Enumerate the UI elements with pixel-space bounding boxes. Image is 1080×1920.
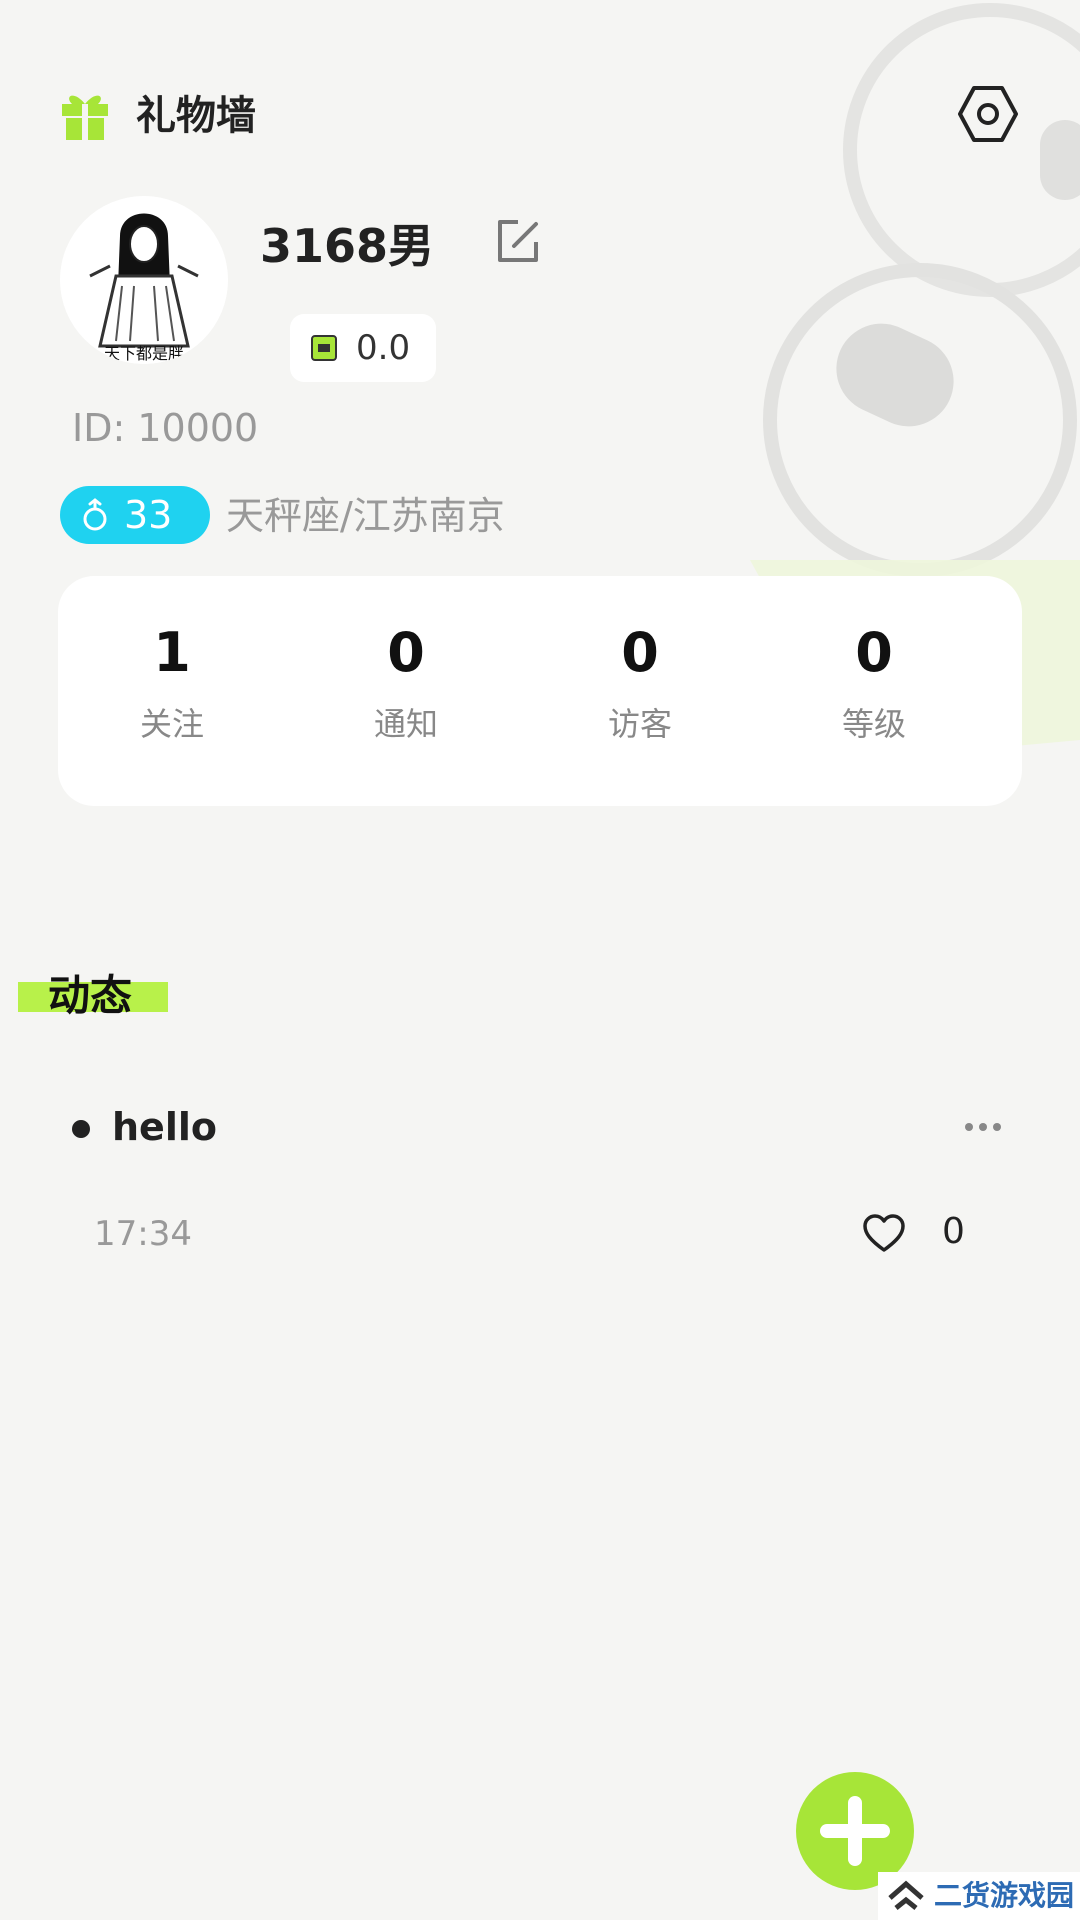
section-title-text: 动态: [48, 971, 133, 1020]
post-text: hello: [112, 1105, 217, 1149]
stat-label: 通知: [373, 705, 438, 743]
post-time: 17:34: [94, 1214, 192, 1254]
gift-icon[interactable]: [60, 88, 110, 140]
avatar-caption: 天下都是胖: [104, 344, 184, 363]
balance-value: 0.0: [356, 328, 411, 368]
stat-notifications[interactable]: 0 通知: [306, 576, 506, 806]
constellation-location: 天秤座/江苏南京: [226, 494, 505, 538]
male-icon: [83, 498, 107, 531]
bullet-icon: [72, 1120, 90, 1138]
more-options-icon[interactable]: [960, 1114, 1006, 1140]
avatar-illustration: 天下都是胖: [60, 196, 228, 364]
watermark-logo-icon: [888, 1880, 924, 1910]
feed-section-title: 动态: [18, 970, 168, 1028]
stat-level[interactable]: 0 等级: [774, 576, 974, 806]
age-badge: 33: [60, 486, 210, 544]
watermark-text: 二货游戏园: [934, 1879, 1075, 1912]
stat-value: 0: [387, 621, 425, 684]
stat-visitors[interactable]: 0 访客: [540, 576, 740, 806]
stat-value: 1: [153, 621, 191, 684]
gift-wall-label[interactable]: 礼物墙: [136, 90, 256, 142]
user-id: ID: 10000: [72, 406, 259, 450]
edit-icon[interactable]: [494, 218, 542, 266]
username: 3168男: [260, 219, 435, 273]
feed-post[interactable]: hello 17:34 0: [60, 1094, 1020, 1274]
settings-hex-icon[interactable]: [956, 82, 1020, 146]
like-count: 0: [942, 1211, 965, 1252]
stat-value: 0: [621, 621, 659, 684]
top-bar: 礼物墙: [60, 82, 1020, 152]
watermark: 二货游戏园: [878, 1872, 1080, 1920]
stat-value: 0: [855, 621, 893, 684]
wallet-icon: [311, 335, 337, 361]
balance-chip[interactable]: 0.0: [290, 314, 436, 382]
stats-card: 1 关注 0 通知 0 访客 0 等级: [58, 576, 1022, 806]
age-value: 33: [124, 493, 173, 537]
stat-label: 等级: [841, 705, 906, 743]
stat-label: 关注: [139, 705, 204, 743]
stat-following[interactable]: 1 关注: [72, 576, 272, 806]
stat-label: 访客: [607, 705, 672, 743]
heart-icon[interactable]: [862, 1212, 906, 1256]
avatar[interactable]: 天下都是胖: [60, 196, 228, 364]
